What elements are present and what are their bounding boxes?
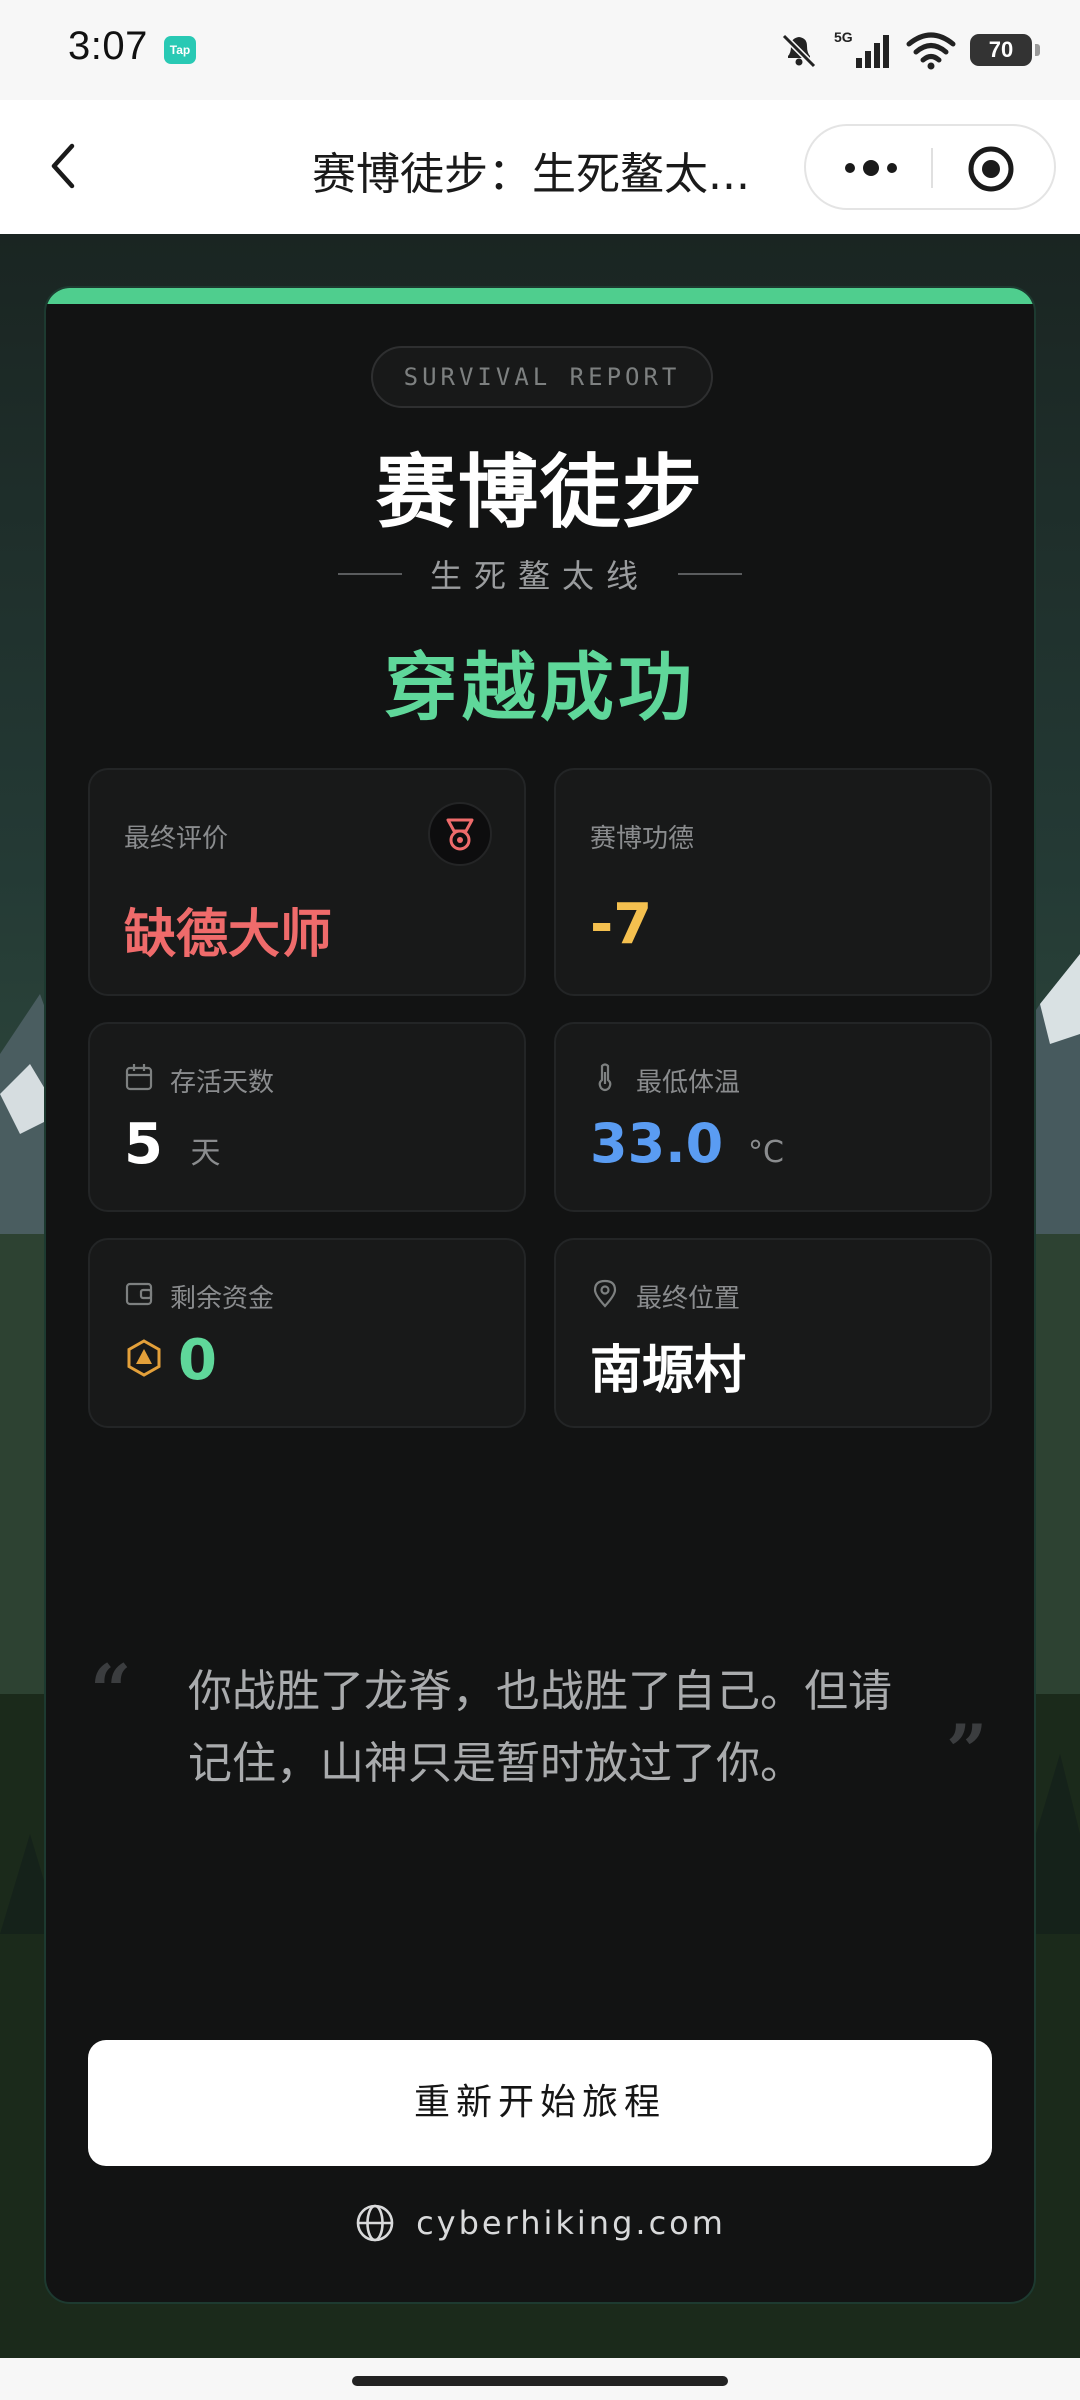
- closing-quote: 你战胜了龙脊，也战胜了自己。但请记住，山神只是暂时放过了你。: [188, 1666, 892, 1789]
- stat-label: 存活天数: [170, 1068, 275, 1098]
- status-icons: 5G 70: [778, 26, 1040, 74]
- stat-min-temperature: 最低体温 33.0 °C: [554, 1022, 992, 1212]
- close-button[interactable]: [964, 142, 1018, 196]
- back-button[interactable]: [36, 136, 96, 196]
- survival-report-card: SURVIVAL REPORT 赛博徒步 生死鳌太线 穿越成功 最终评价 缺德大…: [44, 286, 1036, 2304]
- card-title: 赛博徒步: [376, 446, 704, 539]
- stat-label: 剩余资金: [170, 1284, 275, 1314]
- nav-bar: 赛博徒步：生死鳌太...: [0, 100, 1080, 234]
- battery-indicator: 70: [970, 34, 1040, 66]
- stat-value-temp: 33.0 °C: [590, 1112, 784, 1175]
- system-home-area: [0, 2358, 1080, 2400]
- target-close-icon: [968, 146, 1014, 192]
- stat-value-rating: 缺德大师: [124, 905, 333, 965]
- tap-app-icon: Tap: [164, 36, 196, 64]
- temp-number: 33.0: [590, 1112, 724, 1175]
- coin-icon: [127, 1339, 161, 1377]
- subtitle-divider-right: [678, 573, 742, 575]
- stat-value-merit: -7: [590, 892, 653, 957]
- days-unit: 天: [190, 1136, 221, 1171]
- stat-final-rating: 最终评价 缺德大师: [88, 768, 526, 996]
- stat-final-location: 最终位置 南塬村: [554, 1238, 992, 1428]
- capsule-divider: [931, 148, 933, 188]
- globe-icon: [356, 2204, 394, 2242]
- card-subtitle: 生死鳌太线: [429, 557, 650, 595]
- temp-unit: °C: [748, 1135, 784, 1170]
- site-footer: cyberhiking.com: [46, 2198, 1034, 2248]
- stat-value-days: 5 天: [124, 1112, 220, 1177]
- quote-close-mark: ”: [946, 1708, 988, 1793]
- more-dots-icon: [845, 160, 897, 176]
- stat-label: 最终评价: [124, 824, 229, 854]
- thermometer-icon: [598, 1063, 612, 1092]
- page-title: 赛博徒步：生死鳌太...: [312, 149, 750, 200]
- calendar-icon: [125, 1064, 153, 1091]
- more-button[interactable]: [836, 144, 906, 192]
- stat-value-funds: 0: [178, 1328, 217, 1393]
- result-status: 穿越成功: [384, 645, 696, 731]
- wifi-icon: [906, 32, 956, 70]
- stat-label: 赛博功德: [590, 824, 695, 854]
- stat-label: 最终位置: [636, 1284, 741, 1314]
- mute-icon: [781, 33, 817, 69]
- stat-value-location: 南塬村: [590, 1341, 747, 1401]
- report-badge: SURVIVAL REPORT: [371, 346, 713, 408]
- cellular-signal-icon: 5G: [834, 30, 889, 68]
- mini-program-capsule: [804, 124, 1056, 210]
- card-accent-bar: [46, 288, 1034, 304]
- home-indicator[interactable]: [352, 2376, 728, 2386]
- stat-cyber-merit: 赛博功德 -7: [554, 768, 992, 996]
- restart-journey-button[interactable]: 重新开始旅程: [88, 2040, 992, 2166]
- stat-funds-left: 剩余资金 0: [88, 1238, 526, 1428]
- status-bar: 3:07 Tap 5G 70: [0, 0, 1080, 100]
- location-pin-icon: [593, 1279, 617, 1308]
- network-type: 5G: [834, 30, 853, 45]
- days-number: 5: [124, 1112, 163, 1177]
- wallet-icon: [125, 1282, 153, 1306]
- stat-label: 最低体温: [636, 1068, 741, 1098]
- site-link[interactable]: cyberhiking.com: [416, 2204, 726, 2242]
- subtitle-divider-left: [337, 573, 402, 575]
- stat-days-survived: 存活天数 5 天: [88, 1022, 526, 1212]
- status-time: 3:07: [68, 24, 148, 68]
- quote-open-mark: “: [90, 1648, 132, 1733]
- chevron-left-icon: [51, 143, 75, 189]
- medal-icon: [428, 802, 492, 866]
- subtitle-row: 生死鳌太线: [46, 552, 1034, 596]
- medal-icon-graphic: [446, 818, 474, 851]
